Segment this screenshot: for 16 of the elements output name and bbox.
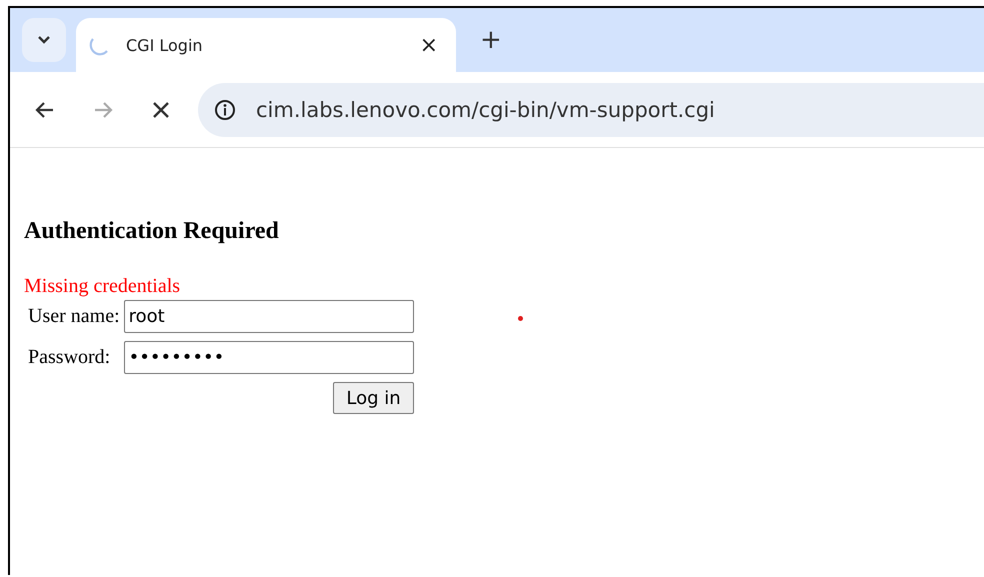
info-icon[interactable]: [214, 98, 236, 120]
login-button[interactable]: Log in: [333, 382, 414, 414]
new-tab-button[interactable]: +: [474, 18, 508, 62]
input-field[interactable]: •••••••••: [124, 341, 414, 374]
error-message: Missing credentials: [24, 275, 182, 298]
address-bar[interactable]: cim.labs.lenovo.com/cgi-bin/vm-support.cgi: [198, 82, 984, 136]
dot-icon: [518, 316, 523, 321]
input-field[interactable]: root: [124, 300, 414, 333]
page-heading: Authentication Required: [24, 218, 280, 245]
close-tab-button[interactable]: ×: [414, 32, 444, 58]
field-label: User name:: [28, 305, 120, 328]
chevron-down-icon: [37, 35, 51, 45]
browser-tab[interactable]: CGI Login ×: [76, 18, 456, 72]
url-text: cim.labs.lenovo.com/cgi-bin/vm-support.cgi: [256, 98, 715, 122]
tab-title: CGI Login: [126, 36, 204, 54]
field-label: Password:: [28, 346, 112, 369]
